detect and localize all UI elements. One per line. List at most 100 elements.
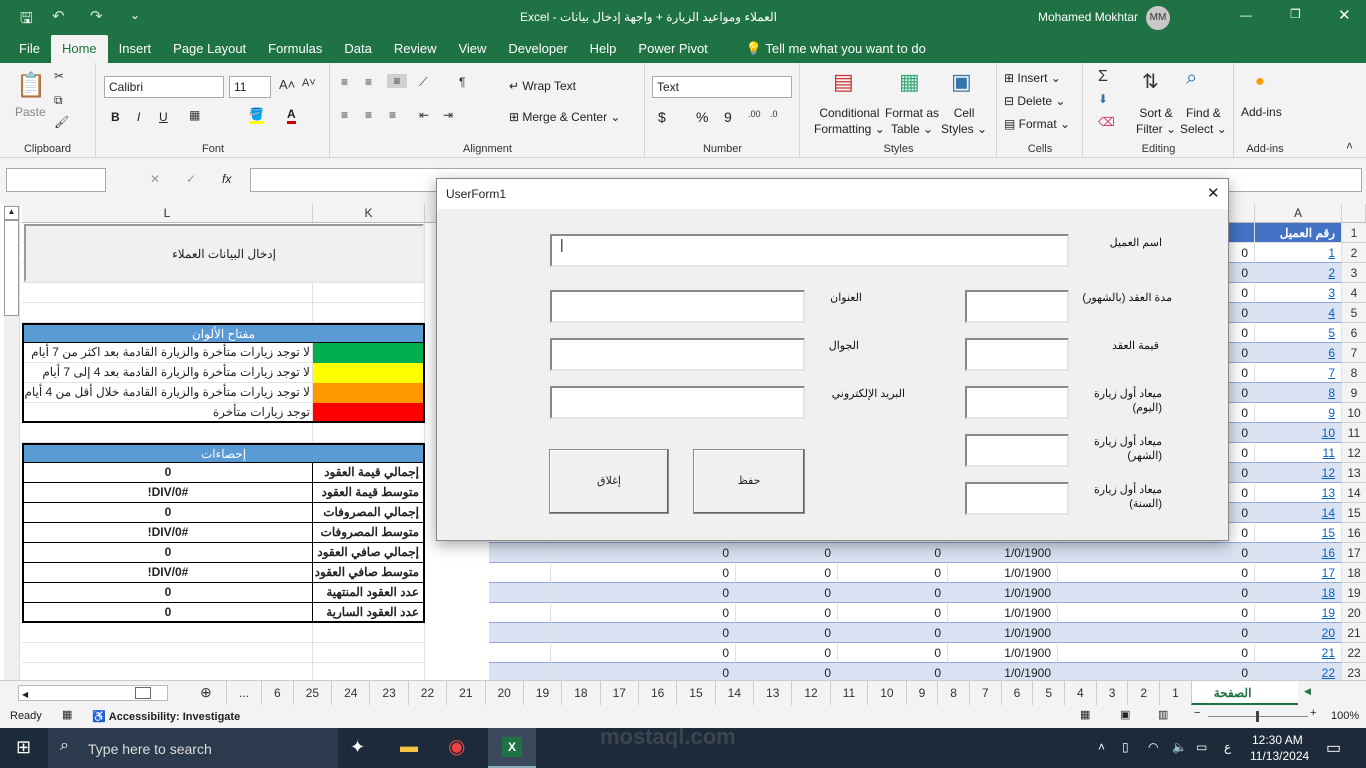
minimize-icon[interactable]: — xyxy=(1240,8,1252,22)
align-left-icon[interactable]: ≡ xyxy=(341,108,348,122)
align-top-icon[interactable]: ≡ xyxy=(341,75,348,89)
new-sheet-icon[interactable]: ⊕ xyxy=(200,684,212,701)
customer-number-cell[interactable]: 13 xyxy=(1255,483,1342,503)
table-cell[interactable] xyxy=(489,643,551,663)
grid-cell[interactable] xyxy=(22,663,313,680)
sheet-tab-home[interactable]: الصفحة الرئيسية xyxy=(1190,681,1298,724)
table-cell[interactable]: 0 xyxy=(551,603,736,623)
number-format-select[interactable]: Text xyxy=(652,76,792,98)
windows-start-icon[interactable]: ⊞ xyxy=(16,737,31,758)
vertical-scrollbar[interactable]: ▲ xyxy=(4,204,20,680)
sheet-tab[interactable]: 25 xyxy=(292,681,331,705)
sheet-tab[interactable]: 23 xyxy=(369,681,407,705)
address-input[interactable] xyxy=(550,290,805,323)
restore-icon[interactable]: ❐ xyxy=(1290,7,1301,21)
customer-number-cell[interactable]: 15 xyxy=(1255,523,1342,543)
table-cell[interactable] xyxy=(489,543,551,563)
increase-indent-icon[interactable]: ⇥ xyxy=(443,108,453,122)
borders-icon[interactable]: ▦ xyxy=(189,108,200,122)
customer-number-link[interactable]: 19 xyxy=(1322,606,1335,620)
autosum-icon[interactable]: Σ xyxy=(1098,68,1108,86)
table-cell[interactable]: 0 xyxy=(1058,543,1255,563)
chrome-icon[interactable]: ◉ xyxy=(448,734,465,759)
row-header[interactable]: 8 xyxy=(1342,363,1366,383)
tab-home[interactable]: Home xyxy=(50,35,108,63)
table-cell[interactable]: 0 xyxy=(736,643,838,663)
zoom-out-icon[interactable]: − xyxy=(1194,707,1200,719)
align-right-icon[interactable]: ≡ xyxy=(389,108,396,122)
table-cell[interactable]: 0 xyxy=(838,543,948,563)
sheet-tab[interactable]: 22 xyxy=(407,681,446,705)
table-cell[interactable]: 0 xyxy=(736,623,838,643)
bold-button[interactable]: B xyxy=(111,110,120,124)
customer-number-link[interactable]: 14 xyxy=(1322,506,1335,520)
sheet-tab[interactable]: 17 xyxy=(599,681,638,705)
page-break-icon[interactable]: ▥ xyxy=(1158,708,1168,721)
find-select-button[interactable]: Find & Select ⌄ xyxy=(1180,105,1227,137)
table-cell[interactable]: 0 xyxy=(838,583,948,603)
table-cell[interactable]: 0 xyxy=(551,663,736,680)
row-header[interactable]: 22 xyxy=(1342,643,1366,663)
tab-data[interactable]: Data xyxy=(333,35,382,63)
sheet-tab[interactable]: 1 xyxy=(1159,681,1191,705)
enter-customer-data-button[interactable]: إدخال البيانات العملاء xyxy=(24,224,424,282)
zoom-slider-thumb[interactable] xyxy=(1256,711,1259,722)
decrease-decimal-icon[interactable]: .0 xyxy=(770,109,778,119)
table-cell[interactable]: 0 xyxy=(1058,603,1255,623)
cut-icon[interactable]: ✂ xyxy=(54,69,64,83)
sheet-tab[interactable]: 13 xyxy=(753,681,791,705)
grid-cell[interactable] xyxy=(22,283,313,303)
table-cell[interactable] xyxy=(489,623,551,643)
row-header[interactable]: 19 xyxy=(1342,583,1366,603)
copy-icon[interactable]: ⧉ xyxy=(54,93,63,108)
table-cell[interactable]: 0 xyxy=(1058,623,1255,643)
table-cell[interactable] xyxy=(489,663,551,680)
customer-number-link[interactable]: 13 xyxy=(1322,486,1335,500)
row-header[interactable]: 11 xyxy=(1342,423,1366,443)
enter-icon[interactable]: ✓ xyxy=(186,172,196,186)
row-header[interactable]: 17 xyxy=(1342,543,1366,563)
sheet-tab[interactable]: 5 xyxy=(1032,681,1064,705)
grid-cell[interactable] xyxy=(22,423,313,443)
sheet-tab[interactable]: 15 xyxy=(676,681,714,705)
wifi-icon[interactable]: ◠ xyxy=(1148,740,1158,754)
row-header[interactable]: 4 xyxy=(1342,283,1366,303)
customer-number-link[interactable]: 7 xyxy=(1328,366,1335,380)
zoom-level[interactable]: 100% xyxy=(1331,710,1359,722)
save-button[interactable]: حفظ xyxy=(693,449,805,514)
macro-record-icon[interactable]: ▦ xyxy=(62,708,72,721)
grid-cell[interactable] xyxy=(313,283,425,303)
underline-button[interactable]: U xyxy=(159,110,168,124)
table-cell[interactable]: 0 xyxy=(551,563,736,583)
table-cell[interactable]: 0 xyxy=(736,583,838,603)
align-bottom-icon[interactable]: ≡ xyxy=(387,74,407,88)
tray-overflow-icon[interactable]: ˄ xyxy=(1098,740,1105,754)
customer-number-link[interactable]: 17 xyxy=(1322,566,1335,580)
dialog-close-icon[interactable]: ✕ xyxy=(1207,184,1220,202)
table-cell[interactable]: 0 xyxy=(736,563,838,583)
customer-number-cell[interactable]: 2 xyxy=(1255,263,1342,283)
column-header-l[interactable]: L xyxy=(22,204,313,223)
table-cell[interactable]: 1/0/1900 xyxy=(948,543,1058,563)
sheet-tab[interactable]: 20 xyxy=(484,681,523,705)
mobile-input[interactable] xyxy=(550,338,805,371)
volume-icon[interactable]: 🔈 xyxy=(1172,740,1187,754)
grid-cell[interactable] xyxy=(22,643,313,663)
row-header[interactable]: 18 xyxy=(1342,563,1366,583)
table-cell[interactable]: 0 xyxy=(1058,663,1255,680)
scroll-thumb[interactable] xyxy=(4,220,19,316)
merge-center-button[interactable]: ⊞ Merge & Center ⌄ xyxy=(509,110,620,124)
table-cell[interactable]: 0 xyxy=(838,663,948,680)
customize-toolbar-icon[interactable]: ⌄ xyxy=(130,8,140,22)
comma-button[interactable]: 9 xyxy=(724,109,732,125)
clock-time[interactable]: 12:30 AM xyxy=(1252,733,1303,747)
customer-number-link[interactable]: 12 xyxy=(1322,466,1335,480)
tab-review[interactable]: Review xyxy=(383,35,448,63)
page-layout-icon[interactable]: ▣ xyxy=(1120,708,1130,721)
customer-number-cell[interactable]: 10 xyxy=(1255,423,1342,443)
tab-help[interactable]: Help xyxy=(579,35,628,63)
table-cell[interactable]: 0 xyxy=(838,563,948,583)
grid-cell[interactable] xyxy=(313,663,425,680)
align-middle-icon[interactable]: ≡ xyxy=(365,75,372,89)
zoom-slider[interactable] xyxy=(1208,711,1308,722)
